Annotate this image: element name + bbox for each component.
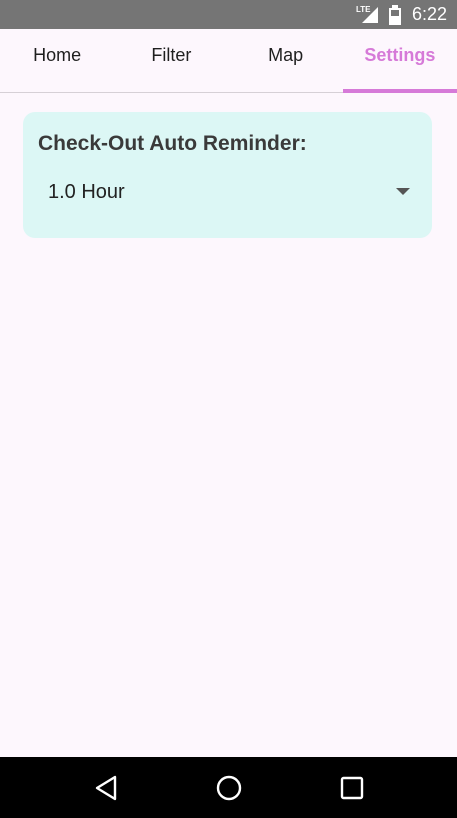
signal-icon: LTE	[356, 5, 380, 25]
tab-filter[interactable]: Filter	[114, 29, 228, 92]
status-bar: LTE 6:22	[0, 0, 457, 29]
tab-label: Settings	[364, 44, 436, 65]
network-type-label: LTE	[355, 4, 371, 14]
chevron-down-icon	[396, 188, 410, 195]
tab-settings[interactable]: Settings	[342, 29, 457, 93]
home-icon[interactable]	[214, 773, 244, 803]
tab-map[interactable]: Map	[229, 29, 343, 92]
status-time: 6:22	[411, 4, 447, 24]
tab-label: Filter	[151, 44, 192, 65]
tab-label: Home	[33, 44, 82, 65]
tab-home[interactable]: Home	[0, 29, 114, 92]
recents-icon[interactable]	[337, 773, 367, 803]
reminder-dropdown[interactable]: 1.0 Hour	[38, 174, 416, 210]
system-navigation-bar	[0, 757, 457, 818]
reminder-title: Check-Out Auto Reminder:	[38, 132, 307, 155]
tab-bar: Home Filter Map Settings	[0, 29, 457, 93]
reminder-dropdown-value: 1.0 Hour	[48, 180, 125, 203]
back-icon[interactable]	[91, 773, 121, 803]
tab-label: Map	[268, 44, 304, 65]
battery-icon	[388, 4, 402, 25]
reminder-setting-card: Check-Out Auto Reminder: 1.0 Hour	[23, 112, 432, 238]
